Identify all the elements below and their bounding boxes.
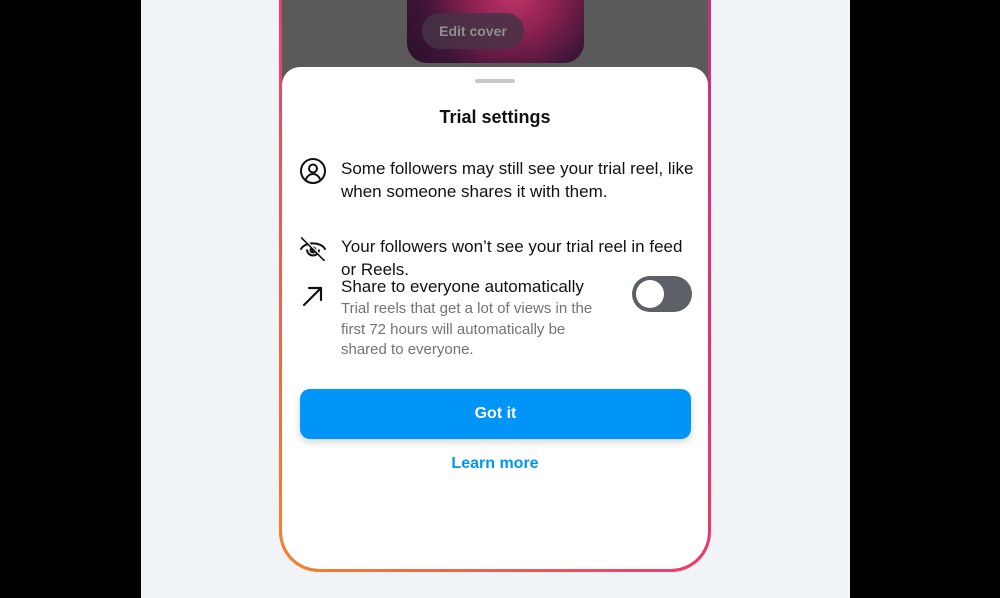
eye-off-icon bbox=[299, 235, 327, 263]
edit-cover-button[interactable]: Edit cover bbox=[422, 13, 524, 49]
auto-share-description: Trial reels that get a lot of views in t… bbox=[341, 300, 593, 358]
sheet-drag-handle[interactable] bbox=[475, 79, 515, 83]
reel-cover: Edit cover bbox=[407, 0, 584, 63]
auto-share-title: Share to everyone automatically bbox=[341, 277, 584, 296]
got-it-button[interactable]: Got it bbox=[300, 389, 691, 439]
learn-more-link[interactable]: Learn more bbox=[282, 455, 708, 473]
phone-screen: Edit cover Trial settings Some followers… bbox=[282, 0, 708, 569]
auto-share-row: Share to everyone automatically Trial re… bbox=[299, 276, 692, 366]
info-row-followers-may-see: Some followers may still see your trial … bbox=[299, 157, 693, 207]
sheet-title: Trial settings bbox=[439, 107, 551, 127]
info-text: Some followers may still see your trial … bbox=[341, 159, 694, 201]
toggle-knob bbox=[636, 280, 664, 308]
info-text: Your followers won’t see your trial reel… bbox=[341, 237, 683, 279]
auto-share-toggle[interactable] bbox=[632, 276, 692, 312]
person-circle-icon bbox=[299, 157, 327, 185]
trial-settings-sheet: Trial settings Some followers may still … bbox=[282, 67, 708, 569]
arrow-up-right-icon bbox=[299, 282, 327, 310]
